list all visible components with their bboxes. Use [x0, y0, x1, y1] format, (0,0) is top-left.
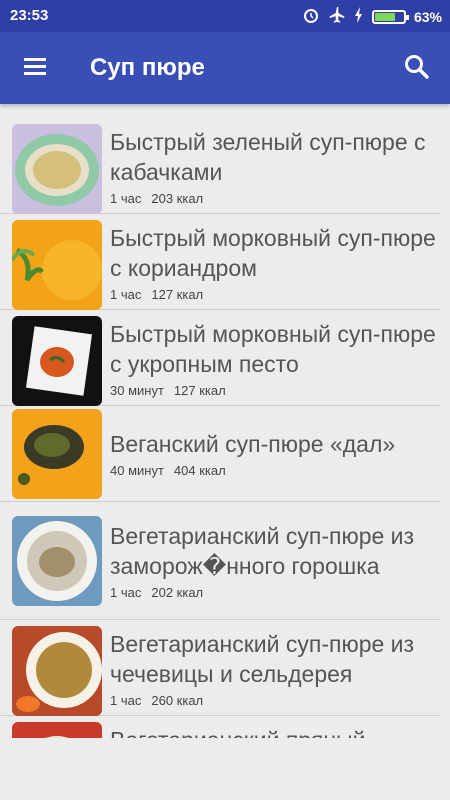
status-bar: 23:53 63% — [0, 0, 450, 32]
recipe-title: Быстрый морковный суп-пюре с укропным пе… — [110, 321, 436, 377]
recipe-kcal: 260 ккал — [151, 693, 204, 708]
recipe-thumbnail — [12, 515, 102, 606]
recipe-title: Вегетарианский суп-пюре из заморож�нного… — [110, 523, 415, 579]
recipe-title: Вегетарианский суп-пюре из чечевицы и се… — [110, 631, 415, 687]
recipe-title: Вегетарианский пряный — [110, 725, 440, 738]
recipe-thumbnail — [12, 124, 102, 214]
recipe-title: Быстрый зеленый суп-пюре с кабачками — [110, 129, 426, 185]
recipe-kcal: 127 ккал — [151, 287, 204, 302]
search-button[interactable] — [400, 50, 434, 84]
list-item[interactable]: Быстрый зеленый суп-пюре с кабачками 1 ч… — [0, 118, 440, 214]
recipe-kcal: 404 ккал — [173, 463, 226, 478]
recipe-thumbnail — [12, 626, 102, 716]
recipe-time: 1 час — [110, 693, 142, 708]
list-item[interactable]: Быстрый морковный суп-пюре с кориандром … — [0, 214, 440, 310]
airplane-icon — [328, 6, 346, 27]
bottom-blank-area — [0, 738, 450, 800]
list-item[interactable]: Вегетарианский суп-пюре из чечевицы и се… — [0, 620, 440, 716]
recipe-title: Веганский суп-пюре «дал» — [110, 431, 396, 457]
status-time: 23:53 — [10, 7, 49, 24]
list-item[interactable]: Вегетарианский пряный — [0, 716, 440, 738]
recipe-kcal: 127 ккал — [173, 383, 226, 398]
recipe-thumbnail — [12, 408, 102, 499]
recipe-time: 1 час — [110, 585, 142, 600]
status-icons: 63% — [302, 6, 442, 27]
charging-icon — [354, 7, 364, 26]
recipe-thumbnail — [12, 220, 102, 310]
page-title: Суп пюре — [90, 54, 205, 81]
app-bar: Суп пюре — [0, 32, 450, 104]
recipe-kcal: 202 ккал — [151, 585, 204, 600]
list-item[interactable]: Быстрый морковный суп-пюре с укропным пе… — [0, 310, 440, 406]
alarm-icon — [302, 6, 320, 27]
recipe-time: 30 минут — [110, 383, 164, 398]
recipe-title: Быстрый морковный суп-пюре с кориандром — [110, 225, 436, 281]
battery-percent: 63% — [413, 8, 442, 25]
battery-icon — [371, 9, 409, 24]
recipe-time: 40 минут — [110, 463, 164, 478]
recipe-time: 1 час — [110, 287, 142, 302]
recipe-thumbnail — [12, 722, 102, 738]
list-item[interactable]: Вегетарианский суп-пюре из заморож�нного… — [0, 502, 440, 620]
recipe-list[interactable]: Быстрый зеленый суп-пюре с кабачками 1 ч… — [0, 118, 450, 738]
recipe-time: 1 час — [110, 191, 142, 206]
recipe-thumbnail — [12, 316, 102, 406]
list-item[interactable]: Веганский суп-пюре «дал» 40 минут 404 кка… — [0, 406, 440, 502]
recipe-kcal: 203 ккал — [151, 191, 204, 206]
menu-button[interactable] — [20, 52, 52, 84]
search-icon — [405, 55, 429, 79]
